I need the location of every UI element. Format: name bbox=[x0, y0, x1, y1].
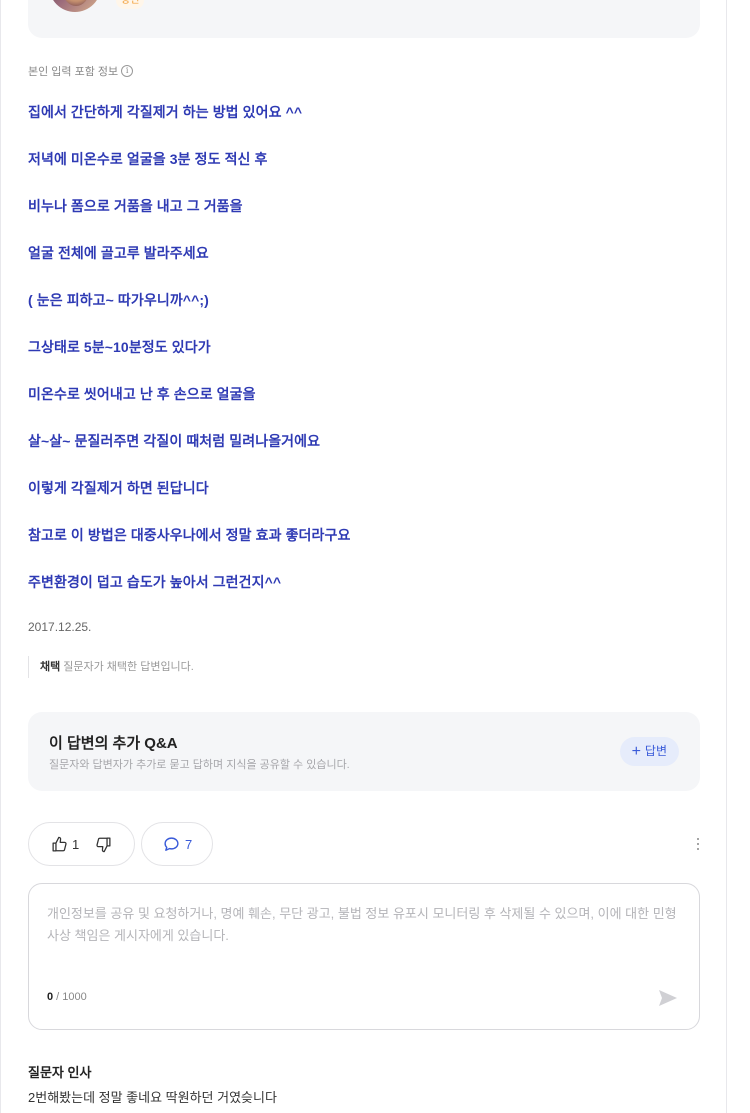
send-icon[interactable] bbox=[659, 990, 677, 1006]
answer-line: 살~살~ 문질러주면 각질이 때처럼 밀려나올거에요 bbox=[28, 433, 321, 449]
answer-line: 이렇게 각질제거 하면 된답니다 bbox=[28, 480, 209, 496]
info-notice: 본인 입력 포함 정보 i bbox=[28, 63, 134, 79]
answer-line: 얼굴 전체에 골고루 발라주세요 bbox=[28, 245, 209, 261]
plus-icon: + bbox=[631, 743, 641, 760]
you-badge: 당신 bbox=[116, 0, 145, 9]
more-options-icon[interactable] bbox=[691, 836, 705, 852]
adopted-text: 질문자가 채택한 답변입니다. bbox=[63, 661, 194, 673]
like-button[interactable]: 1 bbox=[51, 836, 79, 853]
answer-line: ( 눈은 피하고~ 따가우니까^^;) bbox=[28, 292, 209, 308]
vote-pill: 1 bbox=[28, 822, 135, 866]
profile-card: 당신 bbox=[28, 0, 700, 38]
answer-line: 참고로 이 방법은 대중사우나에서 정말 효과 좋더라구요 bbox=[28, 527, 351, 543]
qa-title: 이 답변의 추가 Q&A bbox=[49, 735, 178, 752]
answer-line: 비누나 폼으로 거품을 내고 그 거품을 bbox=[28, 198, 243, 214]
char-counter: 0 / 1000 bbox=[47, 991, 87, 1003]
greeting-text: 2번해봤는데 정말 좋네요 딱원하던 거였슺니다 bbox=[28, 1090, 277, 1105]
qa-description: 질문자와 답변자가 추가로 묻고 답하며 지식을 공유할 수 있습니다. bbox=[49, 759, 350, 771]
info-icon[interactable]: i bbox=[121, 65, 134, 77]
comments-button[interactable]: 7 bbox=[141, 822, 213, 866]
answer-date: 2017.12.25. bbox=[28, 620, 92, 634]
adopted-label: 채택 bbox=[40, 661, 61, 673]
comment-icon bbox=[164, 836, 179, 851]
adopted-notice: 채택 질문자가 채택한 답변입니다. bbox=[28, 656, 194, 678]
comment-placeholder[interactable]: 개인정보를 공유 및 요청하거나, 명예 훼손, 무단 광고, 불법 정보 유포… bbox=[47, 903, 677, 947]
answer-panel: 당신 본인 입력 포함 정보 i 집에서 간단하게 각질제거 하는 방법 있어요… bbox=[0, 0, 727, 1113]
answer-line: 미온수로 씻어내고 난 후 손으로 얼굴을 bbox=[28, 386, 256, 402]
answer-line: 집에서 간단하게 각질제거 하는 방법 있어요 ^^ bbox=[28, 104, 303, 120]
greeting-title: 질문자 인사 bbox=[28, 1065, 92, 1080]
thumbs-down-icon bbox=[96, 836, 111, 852]
comment-count: 7 bbox=[185, 836, 193, 852]
char-count-max: / 1000 bbox=[53, 991, 87, 1003]
like-count: 1 bbox=[72, 836, 80, 852]
answer-line: 주변환경이 덥고 습도가 높아서 그런건지^^ bbox=[28, 574, 282, 590]
info-label: 본인 입력 포함 정보 bbox=[28, 66, 119, 78]
dislike-button[interactable] bbox=[95, 836, 112, 853]
answer-line: 그상태로 5분~10분정도 있다가 bbox=[28, 339, 211, 355]
thumbs-up-icon bbox=[52, 836, 67, 852]
add-answer-label: 답변 bbox=[644, 744, 667, 758]
answer-line: 저녁에 미온수로 얼굴을 3분 정도 적신 후 bbox=[28, 151, 268, 167]
comment-input-box[interactable]: 개인정보를 공유 및 요청하거나, 명예 훼손, 무단 광고, 불법 정보 유포… bbox=[28, 883, 700, 1030]
add-answer-button[interactable]: + 답변 bbox=[619, 737, 679, 766]
avatar[interactable] bbox=[49, 0, 101, 12]
additional-qa-box: 이 답변의 추가 Q&A 질문자와 답변자가 추가로 묻고 답하며 지식을 공유… bbox=[28, 712, 700, 791]
